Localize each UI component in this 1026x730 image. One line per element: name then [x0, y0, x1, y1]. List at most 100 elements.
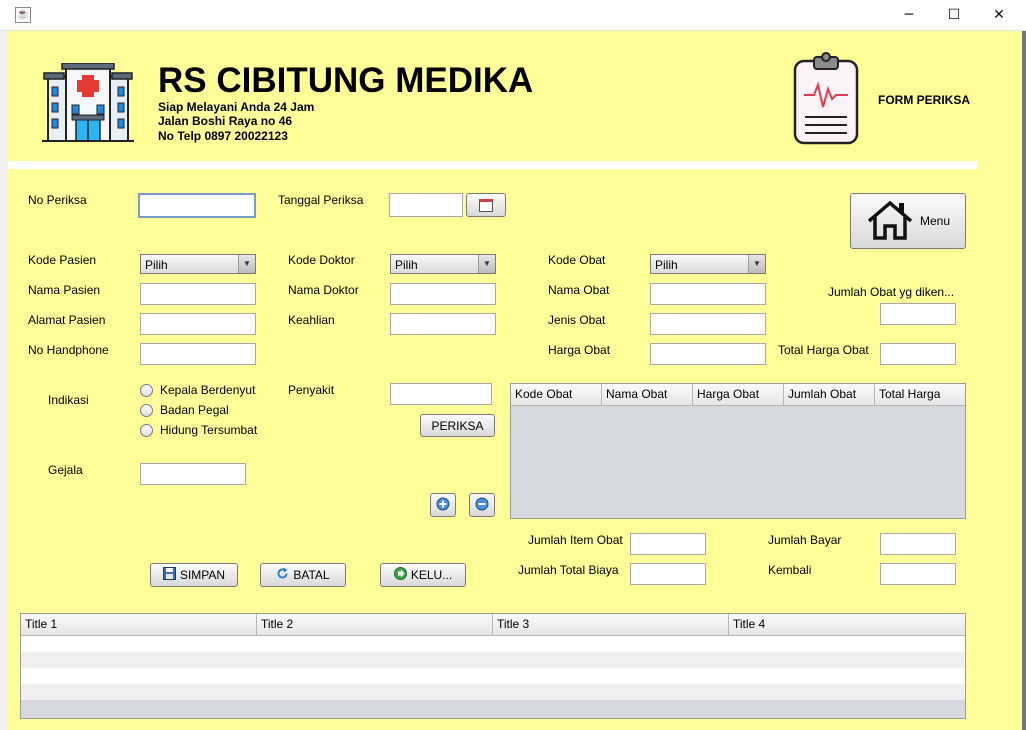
table-row[interactable] — [21, 652, 965, 668]
penyakit-label: Penyakit — [288, 383, 335, 397]
form-periksa-panel: RS CIBITUNG MEDIKA Siap Melayani Anda 24… — [8, 31, 1022, 730]
indikasi-option-label: Badan Pegal — [160, 403, 229, 417]
chevron-down-icon[interactable]: ▼ — [478, 255, 495, 273]
calendar-icon — [479, 198, 493, 212]
nama-pasien-label: Nama Pasien — [28, 283, 101, 297]
alamat-pasien-label: Alamat Pasien — [28, 313, 106, 327]
nama-doktor-label: Nama Doktor — [288, 283, 359, 297]
hospital-tagline: Siap Melayani Anda 24 Jam — [158, 100, 315, 114]
kembali-input[interactable] — [880, 563, 956, 585]
tanggal-periksa-label: Tanggal Periksa — [278, 193, 364, 207]
jumlah-total-biaya-input[interactable] — [630, 563, 706, 585]
java-icon: ☕ — [15, 7, 31, 23]
kode-doktor-combo[interactable]: Pilih ▼ — [390, 254, 496, 274]
column-header[interactable]: Kode Obat — [511, 384, 602, 406]
radio-button[interactable] — [140, 424, 153, 437]
kode-pasien-label: Kode Pasien — [28, 253, 97, 267]
menu-button[interactable]: Menu — [850, 193, 966, 249]
gejala-label: Gejala — [48, 463, 83, 477]
column-header[interactable]: Nama Obat — [602, 384, 693, 406]
table-empty-area — [21, 700, 965, 718]
chevron-down-icon[interactable]: ▼ — [238, 255, 255, 273]
column-header[interactable]: Title 3 — [493, 614, 729, 636]
obat-table[interactable]: Kode Obat Nama Obat Harga Obat Jumlah Ob… — [510, 383, 966, 519]
indikasi-option-label: Hidung Tersumbat — [160, 423, 258, 437]
jumlah-bayar-label: Jumlah Bayar — [768, 533, 842, 547]
jenis-obat-input[interactable] — [650, 313, 766, 335]
home-icon — [866, 199, 914, 244]
simpan-button[interactable]: SIMPAN — [150, 563, 238, 587]
nama-obat-label: Nama Obat — [548, 283, 610, 297]
no-handphone-label: No Handphone — [28, 343, 109, 357]
hospital-address: Jalan Boshi Raya no 46 — [158, 114, 293, 128]
periksa-table-header: Title 1 Title 2 Title 3 Title 4 — [21, 614, 965, 636]
no-handphone-input[interactable] — [140, 343, 256, 365]
minimize-button[interactable]: ─ — [886, 0, 932, 30]
kembali-label: Kembali — [768, 563, 812, 577]
hospital-building-icon — [42, 62, 134, 143]
obat-table-header: Kode Obat Nama Obat Harga Obat Jumlah Ob… — [511, 384, 965, 406]
penyakit-input[interactable] — [390, 383, 492, 405]
jumlah-bayar-input[interactable] — [880, 533, 956, 555]
column-header[interactable]: Title 2 — [257, 614, 493, 636]
simpan-button-label: SIMPAN — [179, 568, 226, 582]
column-header[interactable]: Title 1 — [21, 614, 257, 636]
kode-obat-value: Pilih — [655, 258, 678, 272]
keahlian-input[interactable] — [390, 313, 496, 335]
add-obat-button[interactable] — [430, 493, 456, 517]
form-periksa-label: FORM PERIKSA — [878, 93, 971, 107]
jumlah-obat-input[interactable] — [880, 303, 956, 325]
column-header[interactable]: Jumlah Obat — [784, 384, 875, 406]
harga-obat-label: Harga Obat — [548, 343, 611, 357]
menu-button-label: Menu — [919, 214, 951, 228]
radio-button[interactable] — [140, 384, 153, 397]
jumlah-obat-label: Jumlah Obat yg diken... — [828, 285, 955, 299]
column-header[interactable]: Title 4 — [729, 614, 965, 636]
batal-button[interactable]: BATAL — [260, 563, 346, 587]
nama-obat-input[interactable] — [650, 283, 766, 305]
periksa-table[interactable]: Title 1 Title 2 Title 3 Title 4 — [20, 613, 966, 719]
minus-circle-icon — [475, 497, 489, 514]
exit-arrow-icon — [393, 567, 407, 583]
kode-doktor-label: Kode Doktor — [288, 253, 355, 267]
no-periksa-input[interactable] — [138, 193, 256, 218]
nama-doktor-input[interactable] — [390, 283, 496, 305]
floppy-disk-icon — [162, 567, 176, 583]
alamat-pasien-input[interactable] — [140, 313, 256, 335]
chevron-down-icon[interactable]: ▼ — [748, 255, 765, 273]
table-row[interactable] — [21, 636, 965, 652]
jenis-obat-label: Jenis Obat — [548, 313, 606, 327]
close-button[interactable]: ✕ — [976, 0, 1022, 30]
nama-pasien-input[interactable] — [140, 283, 256, 305]
radio-button[interactable] — [140, 404, 153, 417]
column-header[interactable]: Total Harga — [875, 384, 965, 406]
medical-clipboard-icon — [792, 51, 860, 147]
table-row[interactable] — [21, 668, 965, 684]
jumlah-item-obat-input[interactable] — [630, 533, 706, 555]
kode-pasien-combo[interactable]: Pilih ▼ — [140, 254, 256, 274]
indikasi-option-label: Kepala Berdenyut — [160, 383, 256, 397]
total-harga-obat-input[interactable] — [880, 343, 956, 365]
kode-obat-combo[interactable]: Pilih ▼ — [650, 254, 766, 274]
hospital-phone: No Telp 0897 20022123 — [158, 129, 288, 143]
batal-button-label: BATAL — [293, 568, 330, 582]
header-divider — [8, 161, 978, 169]
total-harga-obat-label: Total Harga Obat — [778, 343, 869, 357]
tanggal-periksa-input[interactable] — [389, 193, 463, 217]
background-window-edge — [1022, 31, 1026, 730]
jumlah-total-biaya-label: Jumlah Total Biaya — [518, 563, 619, 577]
no-periksa-label: No Periksa — [28, 193, 87, 207]
keahlian-label: Keahlian — [288, 313, 335, 327]
date-picker-button[interactable] — [466, 193, 506, 217]
harga-obat-input[interactable] — [650, 343, 766, 365]
maximize-button[interactable]: ☐ — [931, 0, 977, 30]
refresh-icon — [276, 567, 289, 583]
column-header[interactable]: Harga Obat — [693, 384, 784, 406]
table-row[interactable] — [21, 684, 965, 700]
periksa-button[interactable]: PERIKSA — [420, 414, 495, 437]
window-titlebar: ☕ ─ ☐ ✕ — [0, 0, 1026, 31]
kode-obat-label: Kode Obat — [548, 253, 606, 267]
gejala-input[interactable] — [140, 463, 246, 485]
keluar-button[interactable]: KELU... — [380, 563, 466, 587]
remove-obat-button[interactable] — [469, 493, 495, 517]
